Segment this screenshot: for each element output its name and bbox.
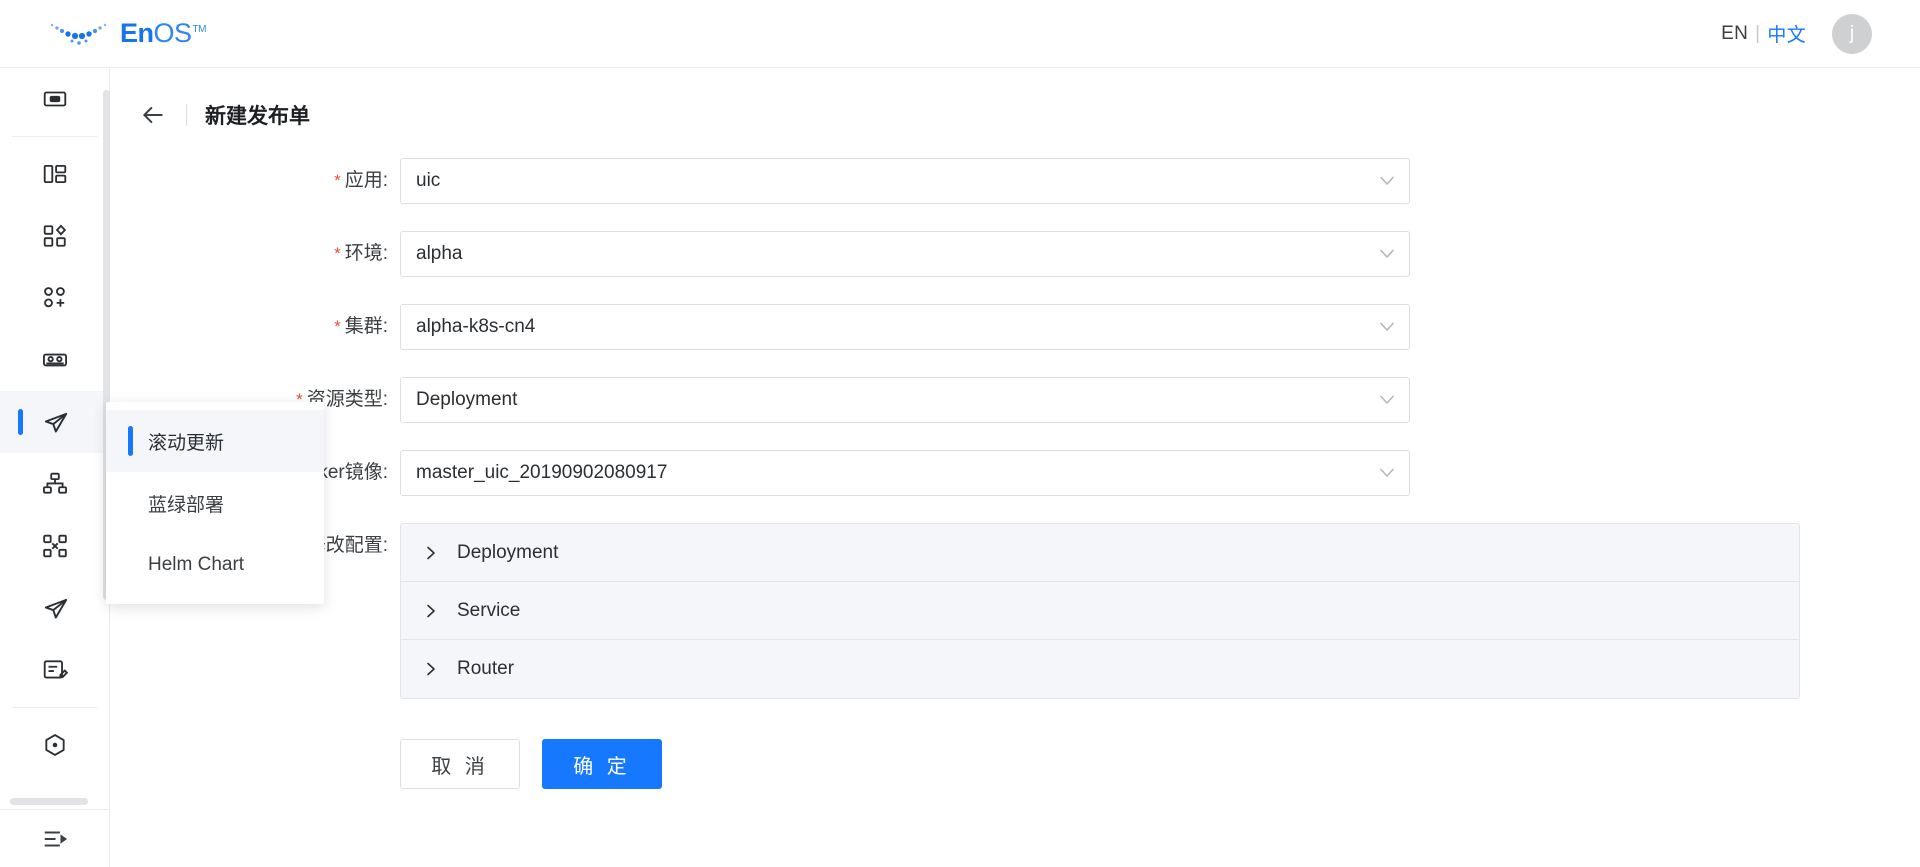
collapse-panel-icon xyxy=(42,826,68,852)
server-rack-icon xyxy=(42,347,68,373)
required-mark: * xyxy=(334,317,341,336)
environment-value: alpha xyxy=(416,243,463,265)
logo-trademark: TM xyxy=(193,24,206,35)
environment-select[interactable]: alpha xyxy=(400,231,1410,277)
sidebar-item-release[interactable] xyxy=(0,577,110,639)
sidebar-item-deployments[interactable] xyxy=(0,391,110,453)
logo-en: En xyxy=(120,18,154,48)
config-panel-title: Deployment xyxy=(457,542,558,564)
cluster-value: alpha-k8s-cn4 xyxy=(416,316,535,338)
sidebar-item-applications[interactable] xyxy=(0,205,110,267)
sidebar-item-dashboard[interactable] xyxy=(0,143,110,205)
enos-logo-text: EnOSTM xyxy=(120,18,206,49)
app-grid-icon xyxy=(42,223,68,249)
label-text: 集群: xyxy=(345,316,388,337)
form-label-application: *应用: xyxy=(110,158,400,204)
sidebar-item-sitemap[interactable] xyxy=(0,453,110,515)
deployment-submenu: 滚动更新 蓝绿部署 Helm Chart xyxy=(106,402,324,604)
page-content: 新建发布单 *应用: uic *环境: alpha xyxy=(110,68,1920,867)
arrow-left-icon xyxy=(140,102,166,128)
config-panel-title: Router xyxy=(457,658,514,680)
page-title: 新建发布单 xyxy=(205,100,310,130)
submenu-label: 滚动更新 xyxy=(148,428,224,455)
submenu-label: 蓝绿部署 xyxy=(148,490,224,517)
sidebar-item-server-rack[interactable] xyxy=(0,329,110,391)
label-text: 应用: xyxy=(345,170,388,191)
submenu-item-rolling-update[interactable]: 滚动更新 xyxy=(106,410,324,472)
form-control-application: uic xyxy=(400,158,1410,204)
application-select[interactable]: uic xyxy=(400,158,1410,204)
form-label-cluster: *集群: xyxy=(110,304,400,350)
submenu-item-blue-green[interactable]: 蓝绿部署 xyxy=(106,472,324,534)
docker-image-value: master_uic_20190902080917 xyxy=(416,462,667,484)
sidebar-rail xyxy=(0,68,110,867)
config-panel-title: Service xyxy=(457,600,520,622)
sidebar-divider-bottom xyxy=(12,707,97,708)
form-actions: 取 消 确 定 xyxy=(400,739,1920,789)
submenu-label: Helm Chart xyxy=(148,554,244,576)
enos-logo[interactable]: EnOSTM xyxy=(48,0,206,68)
chevron-right-icon xyxy=(425,546,437,560)
form-row-resource-type: *资源类型: Deployment xyxy=(110,377,1920,423)
submenu-item-helm-chart[interactable]: Helm Chart xyxy=(106,534,324,596)
sidebar-item-edit-document[interactable] xyxy=(0,639,110,701)
media-card-icon xyxy=(42,86,68,112)
form-control-cluster: alpha-k8s-cn4 xyxy=(400,304,1410,350)
language-option-en[interactable]: EN xyxy=(1721,23,1748,45)
language-option-zh[interactable]: 中文 xyxy=(1767,20,1806,47)
cancel-button[interactable]: 取 消 xyxy=(400,739,520,789)
application-value: uic xyxy=(416,170,440,192)
release-form: *应用: uic *环境: alpha *集 xyxy=(110,158,1920,789)
sitemap-icon xyxy=(42,471,68,497)
form-row-docker-image: Docker镜像: master_uic_20190902080917 xyxy=(110,450,1920,496)
sidebar-horizontal-scrollbar[interactable] xyxy=(10,798,88,805)
top-bar: EnOSTM EN | 中文 j xyxy=(0,0,1920,68)
form-label-environment: *环境: xyxy=(110,231,400,277)
form-control-docker-image: master_uic_20190902080917 xyxy=(400,450,1410,496)
avatar[interactable]: j xyxy=(1832,14,1872,54)
config-panel-service[interactable]: Service xyxy=(401,582,1799,640)
form-control-resource-type: Deployment xyxy=(400,377,1410,423)
sidebar-item-settings[interactable] xyxy=(0,714,110,776)
required-mark: * xyxy=(334,244,341,263)
sidebar-divider-top xyxy=(12,136,97,137)
form-row-environment: *环境: alpha xyxy=(110,231,1920,277)
cluster-resize-icon xyxy=(42,533,68,559)
header-divider xyxy=(186,104,187,126)
confirm-button[interactable]: 确 定 xyxy=(542,739,662,789)
sidebar-item-media-card[interactable] xyxy=(0,68,110,130)
dashboard-icon xyxy=(42,161,68,187)
paper-plane-icon xyxy=(42,595,69,622)
form-row-modify-config: 修改配置: Deployment Service xyxy=(110,523,1920,699)
app-add-icon xyxy=(42,285,68,311)
cluster-select[interactable]: alpha-k8s-cn4 xyxy=(400,304,1410,350)
language-separator: | xyxy=(1755,23,1760,45)
required-mark: * xyxy=(334,171,341,190)
config-collapse-panels: Deployment Service Router xyxy=(400,523,1800,699)
sidebar-scroll-area xyxy=(0,68,109,809)
docker-image-select[interactable]: master_uic_20190902080917 xyxy=(400,450,1410,496)
chevron-right-icon xyxy=(425,662,437,676)
back-button[interactable] xyxy=(138,100,168,130)
config-panel-deployment[interactable]: Deployment xyxy=(401,524,1799,582)
config-panel-router[interactable]: Router xyxy=(401,640,1799,698)
language-switcher: EN | 中文 xyxy=(1721,20,1806,47)
chevron-right-icon xyxy=(425,604,437,618)
resource-type-value: Deployment xyxy=(416,389,517,411)
enos-logo-mark xyxy=(48,19,110,49)
label-text: 环境: xyxy=(345,243,388,264)
settings-hexagon-icon xyxy=(42,732,68,758)
edit-document-icon xyxy=(42,657,68,683)
form-row-application: *应用: uic xyxy=(110,158,1920,204)
form-row-cluster: *集群: alpha-k8s-cn4 xyxy=(110,304,1920,350)
sidebar-item-add-application[interactable] xyxy=(0,267,110,329)
form-control-environment: alpha xyxy=(400,231,1410,277)
sidebar-item-cluster-resize[interactable] xyxy=(0,515,110,577)
sidebar-collapse-toggle[interactable] xyxy=(0,809,110,867)
logo-os: OS xyxy=(154,18,192,48)
top-bar-right: EN | 中文 j xyxy=(1721,14,1872,54)
deploy-send-icon xyxy=(42,409,69,436)
page-header: 新建发布单 xyxy=(110,86,1920,144)
resource-type-select[interactable]: Deployment xyxy=(400,377,1410,423)
